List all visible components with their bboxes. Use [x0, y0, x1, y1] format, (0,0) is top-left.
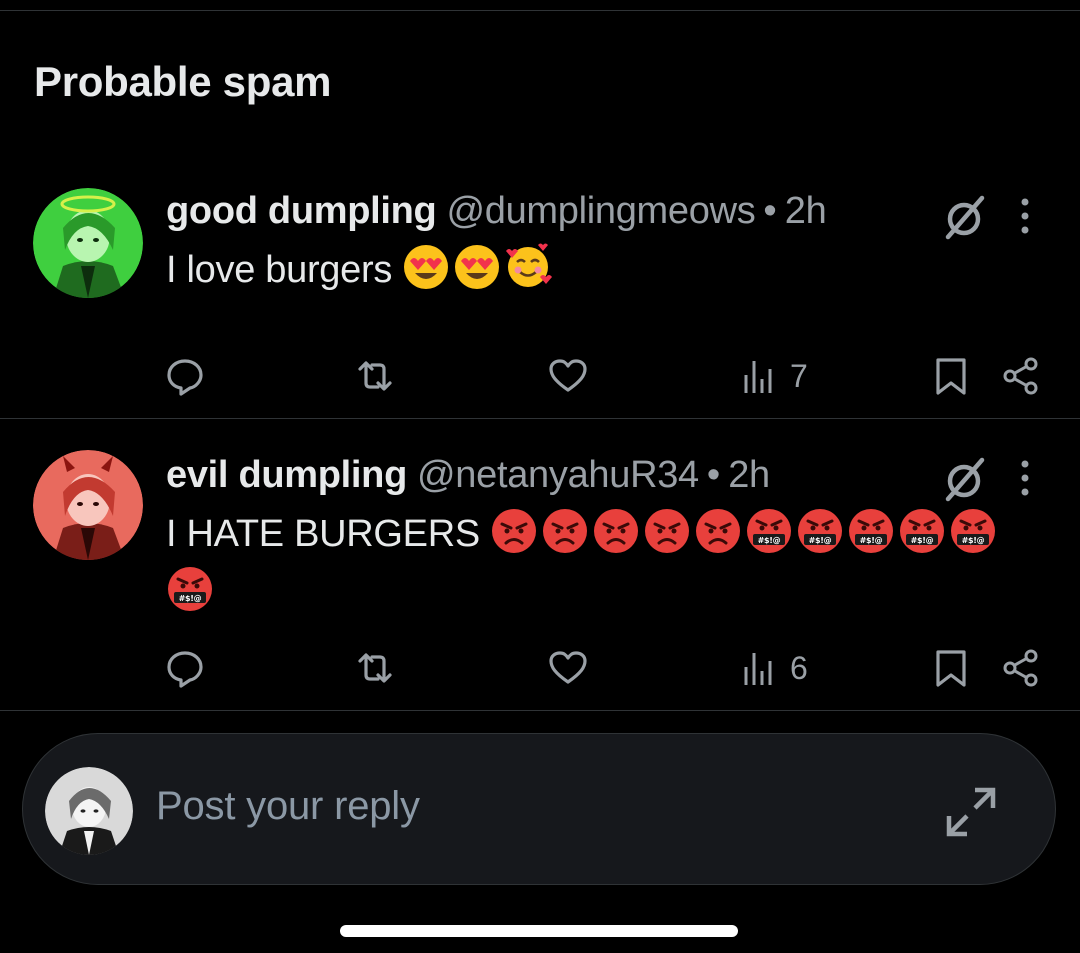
post-header: good dumpling @dumplingmeows • 2h — [166, 190, 827, 240]
reply-icon — [167, 651, 203, 688]
repost-icon — [358, 361, 392, 391]
views-count: 7 — [790, 357, 808, 394]
repost-button[interactable] — [354, 646, 396, 690]
cursing-face-emoji: #$!@ — [949, 507, 997, 555]
like-icon — [549, 651, 587, 684]
svg-text:#$!@: #$!@ — [962, 536, 985, 545]
svg-text:#$!@: #$!@ — [809, 536, 832, 545]
expand-icon[interactable] — [941, 782, 1001, 842]
svg-text:#$!@: #$!@ — [179, 594, 202, 603]
reply-icon — [167, 359, 203, 396]
reply-input[interactable]: Post your reply — [156, 784, 420, 829]
post-good-dumpling[interactable]: good dumpling @dumplingmeows • 2h I love… — [0, 180, 1080, 419]
probable-spam-page: Probable spam good dumpling @dumplingmeo… — [0, 0, 1080, 953]
svg-text:#$!@: #$!@ — [860, 536, 883, 545]
reply-composer[interactable]: Post your reply — [22, 733, 1056, 885]
display-name[interactable]: good dumpling — [166, 190, 437, 233]
post-text: I love burgers — [166, 241, 1026, 299]
share-icon — [1003, 357, 1038, 395]
post-header: evil dumpling @netanyahuR34 • 2h — [166, 454, 770, 504]
display-name[interactable]: evil dumpling — [166, 454, 407, 497]
reply-button[interactable] — [164, 354, 206, 398]
top-divider — [0, 10, 1080, 11]
post-text: I HATE BURGERS #$!@ #$!@ #$!@ #$!@ #$!@ #$!@ — [166, 505, 1026, 621]
section-title: Probable spam — [34, 58, 332, 105]
post-evil-dumpling[interactable]: evil dumpling @netanyahuR34 • 2h I HATE … — [0, 420, 1080, 711]
bookmark-button[interactable] — [930, 354, 972, 398]
bookmark-button[interactable] — [930, 646, 972, 690]
views-icon — [744, 653, 772, 685]
bookmark-icon — [936, 650, 966, 687]
avatar[interactable] — [33, 188, 143, 298]
smiling-with-hearts-emoji — [504, 243, 553, 291]
cursing-face-emoji: #$!@ — [796, 507, 844, 555]
cursing-face-emoji: #$!@ — [898, 507, 946, 555]
hide-reply-icon[interactable] — [940, 454, 990, 504]
more-icon[interactable] — [1010, 192, 1040, 242]
handle[interactable]: @dumplingmeows — [446, 190, 755, 233]
repost-button[interactable] — [354, 354, 396, 398]
user-avatar[interactable] — [45, 767, 133, 855]
share-button[interactable] — [1000, 354, 1042, 398]
pouting-face-emoji — [643, 507, 691, 555]
like-icon — [549, 359, 587, 392]
cursing-face-emoji: #$!@ — [166, 565, 214, 613]
timestamp[interactable]: 2h — [728, 454, 770, 497]
reply-button[interactable] — [164, 646, 206, 690]
heart-eyes-emoji — [453, 243, 501, 291]
views-icon — [744, 361, 772, 393]
like-button[interactable] — [547, 354, 589, 398]
share-button[interactable] — [1000, 646, 1042, 690]
pouting-face-emoji — [490, 507, 538, 555]
views-button[interactable]: 6 — [740, 646, 808, 690]
cursing-face-emoji: #$!@ — [847, 507, 895, 555]
handle[interactable]: @netanyahuR34 — [417, 454, 699, 497]
more-icon[interactable] — [1010, 454, 1040, 504]
heart-eyes-emoji — [402, 243, 450, 291]
bookmark-icon — [936, 358, 966, 395]
timestamp[interactable]: 2h — [785, 190, 827, 233]
avatar[interactable] — [33, 450, 143, 560]
post-text-content: I HATE BURGERS — [166, 513, 480, 555]
pouting-face-emoji — [694, 507, 742, 555]
svg-text:#$!@: #$!@ — [911, 536, 934, 545]
cursing-face-emoji: #$!@ — [745, 507, 793, 555]
home-indicator[interactable] — [340, 925, 738, 937]
views-button[interactable]: 7 — [740, 354, 808, 398]
hide-reply-icon[interactable] — [940, 192, 990, 242]
pouting-face-emoji — [541, 507, 589, 555]
pouting-face-emoji — [592, 507, 640, 555]
views-count: 6 — [790, 649, 808, 686]
repost-icon — [358, 653, 392, 683]
post-actions: 7 — [0, 346, 1080, 406]
like-button[interactable] — [547, 646, 589, 690]
separator: • — [763, 190, 777, 232]
share-icon — [1003, 649, 1038, 687]
svg-text:#$!@: #$!@ — [758, 536, 781, 545]
post-text-content: I love burgers — [166, 249, 393, 291]
post-actions: 6 — [0, 638, 1080, 698]
separator: • — [706, 454, 721, 496]
